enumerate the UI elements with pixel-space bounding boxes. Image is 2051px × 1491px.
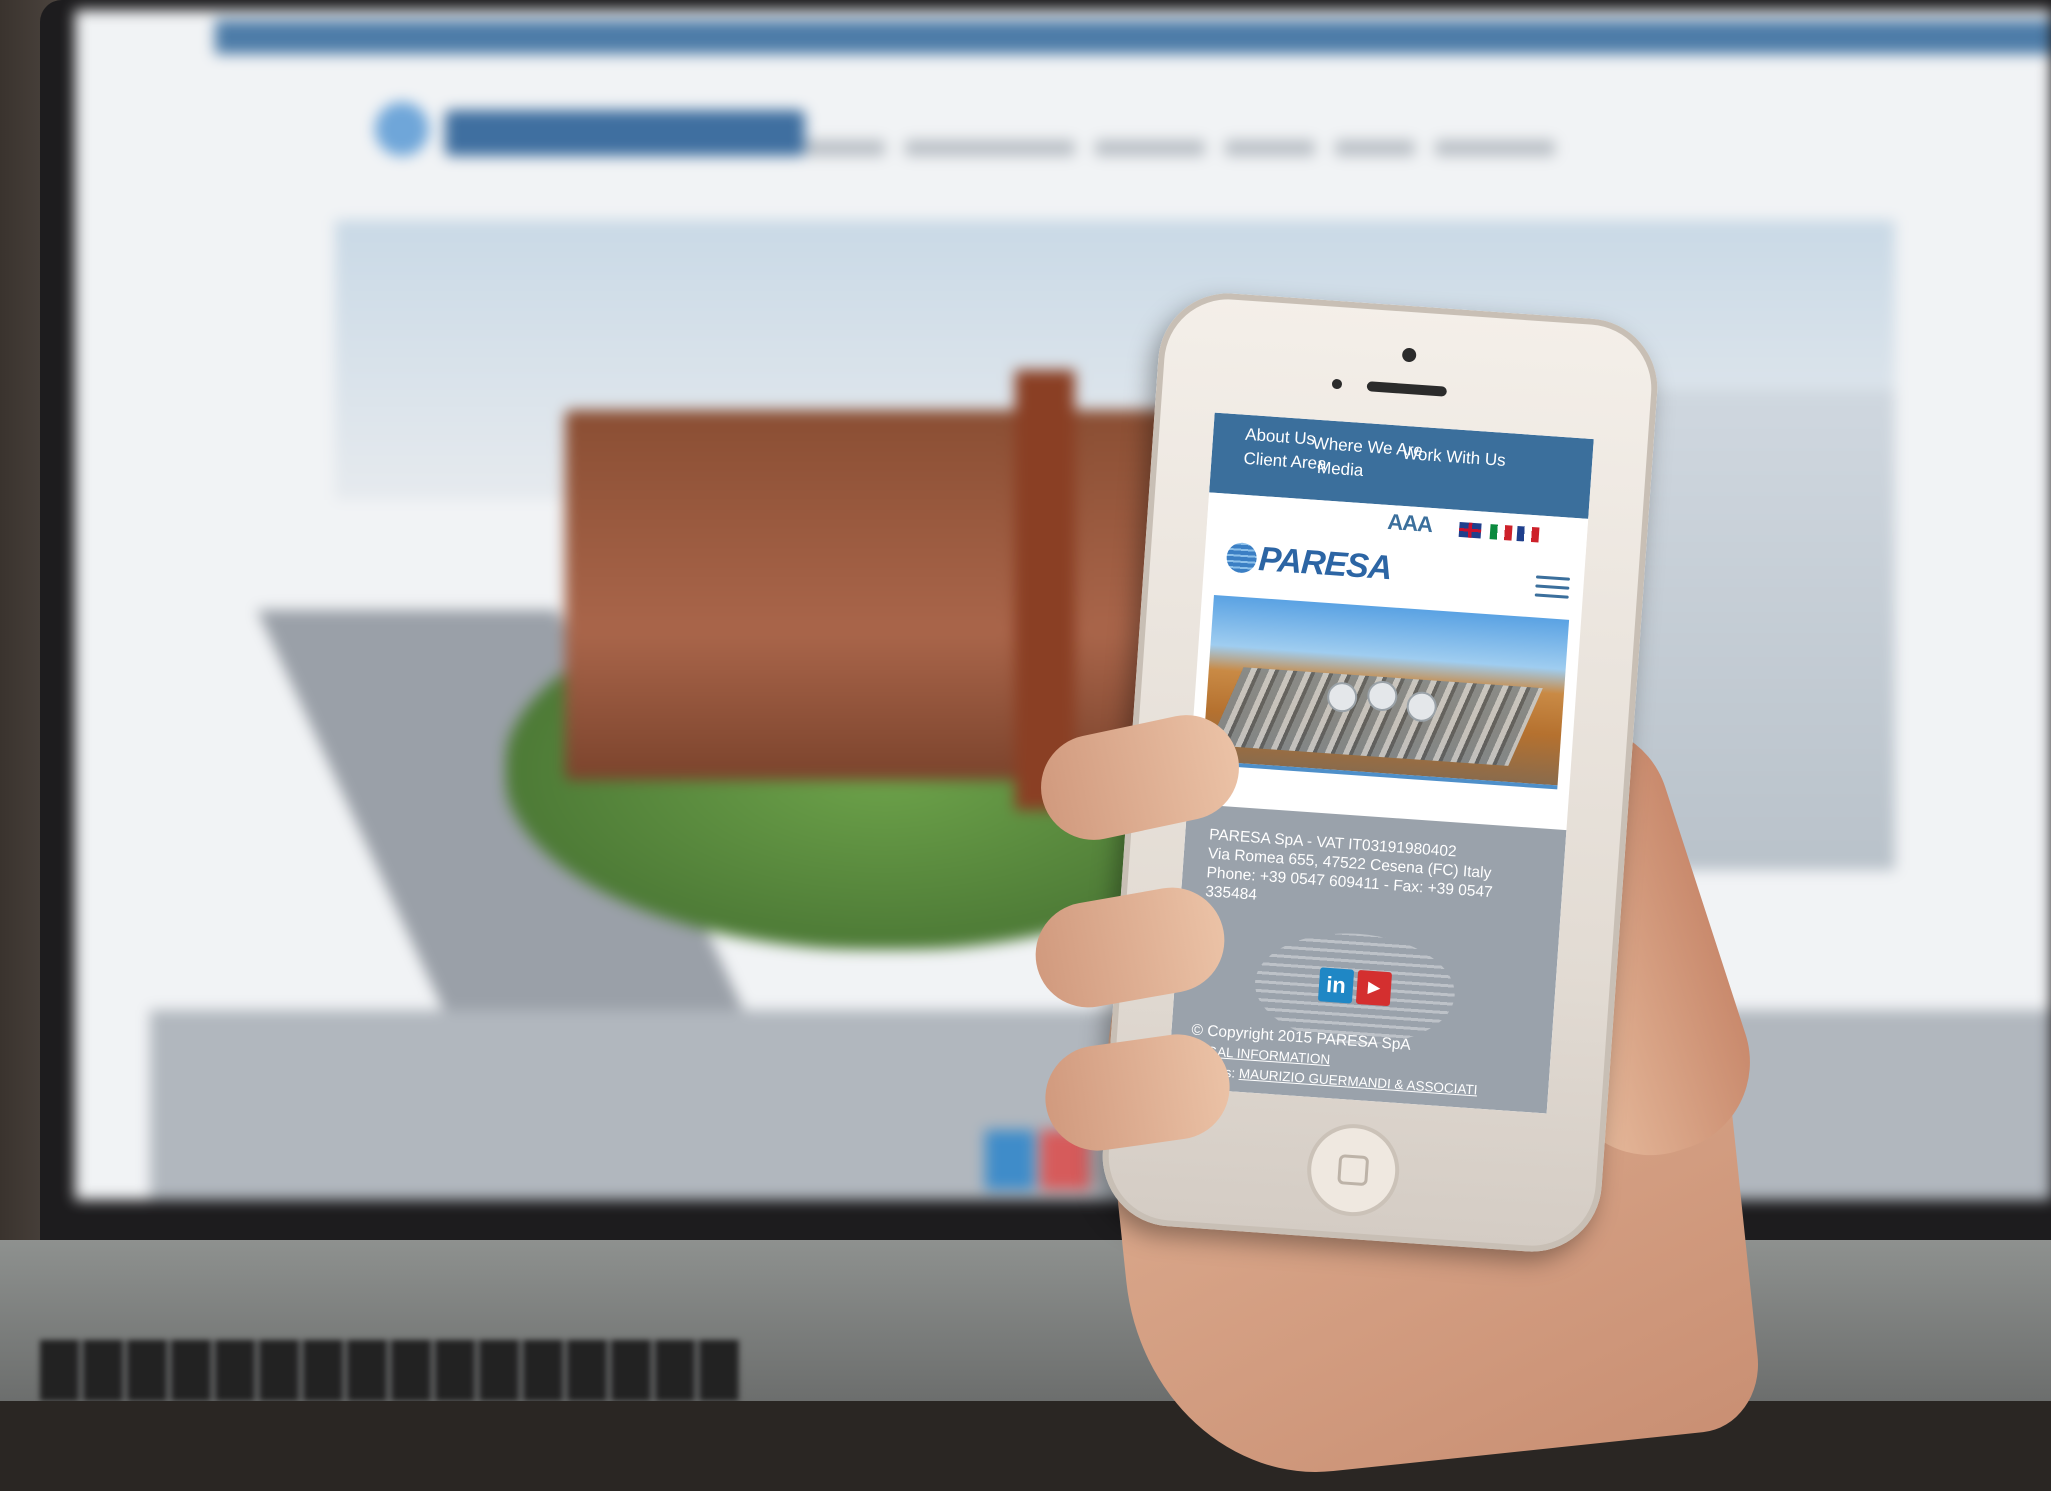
youtube-icon[interactable]: ▶: [1355, 969, 1393, 1007]
blurred-nav-item: [1435, 140, 1555, 156]
photo-scene: [0, 0, 2051, 1401]
credits-link[interactable]: MAURIZIO GUERMANDI & ASSOCIATI: [1238, 1066, 1477, 1098]
front-camera: [1401, 347, 1417, 363]
uk-flag-icon[interactable]: [1458, 521, 1482, 539]
earpiece-speaker: [1366, 381, 1448, 397]
nav-work-with-us[interactable]: Work With Us: [1402, 444, 1507, 471]
logo-globe-icon: [1225, 541, 1258, 574]
company-address: PARESA SpA - VAT IT03191980402 Via Romea…: [1205, 825, 1549, 925]
blurred-nav-item: [905, 140, 1075, 156]
blurred-nav-item: [1095, 140, 1205, 156]
home-button[interactable]: [1304, 1121, 1403, 1220]
proximity-sensor: [1331, 378, 1343, 390]
credits: Credits: MAURIZIO GUERMANDI & ASSOCIATI: [1188, 1060, 1478, 1099]
menu-line: [1535, 575, 1571, 581]
blurred-building: [565, 410, 1185, 780]
nav-media[interactable]: Media: [1316, 458, 1364, 481]
hamburger-menu-icon[interactable]: [1534, 575, 1571, 599]
nav-about-us[interactable]: About Us: [1245, 425, 1316, 450]
france-flag-icon[interactable]: [1516, 525, 1540, 543]
logo[interactable]: PARESA: [1257, 540, 1392, 588]
site-footer: PARESA SpA - VAT IT03191980402 Via Romea…: [1167, 803, 1567, 1114]
hero-image-refinery: [1202, 594, 1570, 790]
blurred-nav-item: [1225, 140, 1315, 156]
linkedin-icon[interactable]: in: [1317, 967, 1355, 1004]
italy-flag-icon[interactable]: [1489, 524, 1513, 541]
menu-line: [1535, 584, 1570, 590]
blurred-nav-item: [1335, 140, 1415, 156]
blurred-linkedin-icon: [985, 1130, 1035, 1190]
blurred-logo: [445, 110, 805, 156]
home-square-icon: [1337, 1154, 1370, 1187]
laptop-screen-blurred-website: [75, 10, 2051, 1200]
laptop-keyboard: [40, 1340, 740, 1401]
menu-line: [1534, 593, 1569, 599]
font-size-control[interactable]: AAA: [1387, 509, 1433, 538]
blurred-topbar: [215, 20, 2051, 54]
blurred-nav-item: [805, 140, 885, 156]
blurred-logo-icon: [375, 102, 429, 156]
